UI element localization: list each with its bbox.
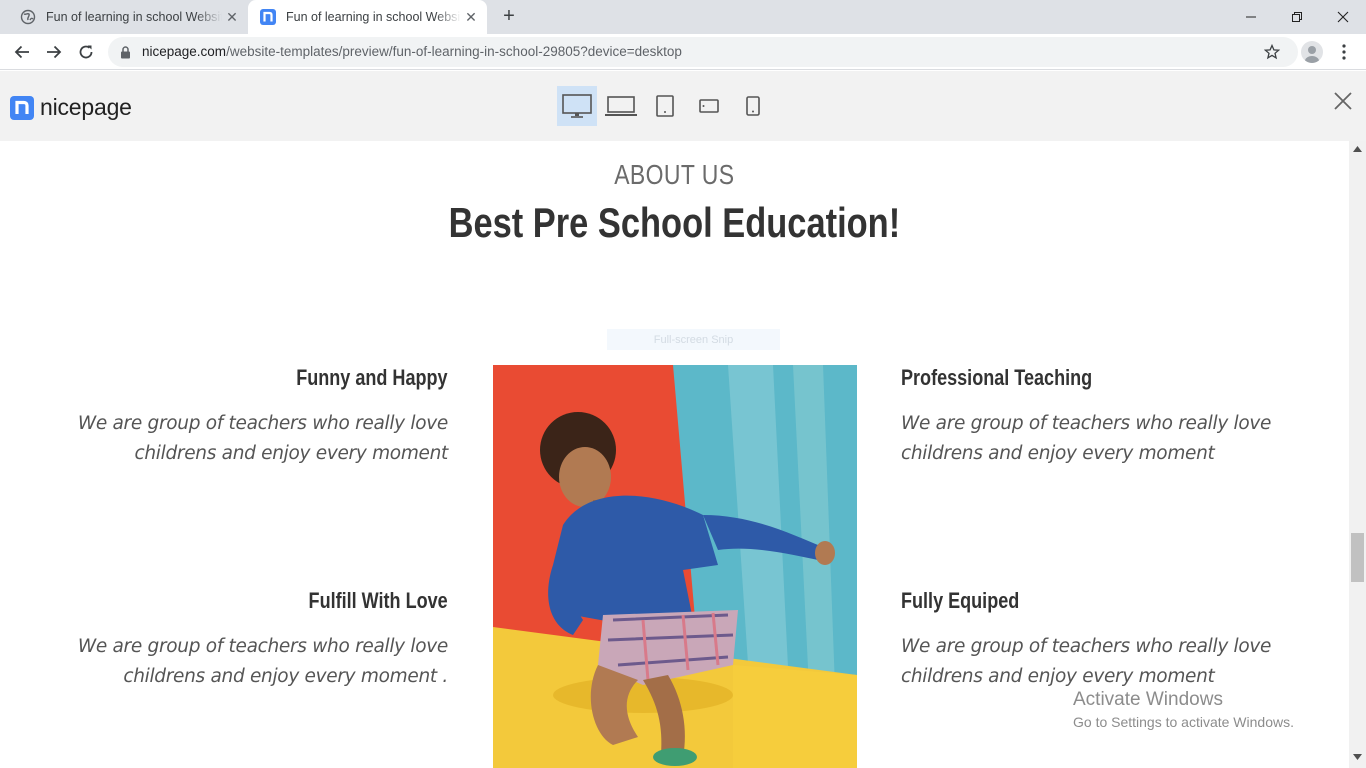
feature-title: Funny and Happy	[296, 365, 448, 390]
reload-icon[interactable]	[75, 42, 97, 62]
desktop-icon	[562, 94, 592, 118]
snip-overlay-label: Full-screen Snip	[607, 329, 780, 350]
device-phone-button[interactable]	[740, 86, 766, 126]
feature-description: We are group of teachers who really love…	[28, 409, 448, 469]
address-bar[interactable]: nicepage.com/website-templates/preview/f…	[108, 37, 1298, 67]
tab-close-icon[interactable]: ✕	[222, 9, 242, 26]
globe-icon	[20, 9, 36, 25]
tab-title: Fun of learning in school Website	[46, 10, 222, 24]
page-scrollbar[interactable]	[1349, 141, 1366, 768]
section-subtitle: ABOUT US	[614, 159, 735, 190]
feature-desc-line: We are group of teachers who really love	[77, 636, 448, 657]
nicepage-logo-text[interactable]: nicepage	[40, 94, 132, 121]
bookmark-star-icon[interactable]	[1264, 44, 1280, 60]
nicepage-logo-icon[interactable]	[10, 96, 34, 120]
feature-desc-line: We are group of teachers who really love	[77, 413, 448, 434]
windows-activation-watermark: Activate Windows Go to Settings to activ…	[1073, 689, 1294, 730]
menu-dots-icon[interactable]	[1336, 43, 1352, 61]
watermark-subtitle: Go to Settings to activate Windows.	[1073, 714, 1294, 730]
feature-description: We are group of teachers who really love…	[901, 409, 1321, 469]
url-path: /website-templates/preview/fun-of-learni…	[226, 44, 682, 59]
tab-title: Fun of learning in school Website	[286, 10, 461, 24]
scrollbar-thumb[interactable]	[1351, 533, 1364, 582]
tablet-icon	[656, 95, 674, 117]
new-tab-icon[interactable]: +	[499, 6, 519, 27]
forward-icon[interactable]	[43, 42, 65, 62]
browser-tab[interactable]: Fun of learning in school Website ✕	[8, 0, 248, 34]
device-tablet-landscape-button[interactable]	[694, 86, 724, 126]
feature-desc-line: We are group of teachers who really love	[901, 413, 1272, 434]
close-preview-icon[interactable]	[1332, 90, 1354, 112]
feature-description: We are group of teachers who really love…	[28, 632, 448, 692]
browser-tab-active[interactable]: Fun of learning in school Website ✕	[248, 0, 487, 34]
device-laptop-button[interactable]	[603, 86, 639, 126]
profile-avatar-icon[interactable]	[1301, 41, 1323, 63]
section-title: Best Pre School Education!	[448, 199, 901, 246]
feature-title: Fully Equiped	[901, 588, 1020, 613]
feature-desc-line: childrens and enjoy every moment	[901, 443, 1215, 464]
tablet-landscape-icon	[699, 99, 719, 113]
restore-icon[interactable]	[1274, 0, 1320, 34]
device-desktop-button[interactable]	[557, 86, 597, 126]
preview-toolbar: nicepage	[0, 71, 1366, 141]
nicepage-favicon	[260, 9, 276, 25]
watermark-title: Activate Windows	[1073, 689, 1223, 710]
feature-desc-line: childrens and enjoy every moment .	[123, 666, 448, 687]
feature-desc-line: childrens and enjoy every moment	[134, 443, 449, 464]
back-icon[interactable]	[11, 42, 33, 62]
preview-page: ABOUT US Best Pre School Education! Full…	[0, 141, 1349, 768]
minimize-icon[interactable]	[1228, 0, 1274, 34]
tab-strip: Fun of learning in school Website ✕ Fun …	[0, 0, 1366, 34]
url-host: nicepage.com	[142, 44, 227, 59]
feature-desc-line: We are group of teachers who really love	[901, 636, 1272, 657]
laptop-icon	[605, 96, 637, 116]
device-tablet-button[interactable]	[651, 86, 679, 126]
feature-desc-line: childrens and enjoy every moment	[901, 666, 1215, 687]
browser-toolbar: nicepage.com/website-templates/preview/f…	[0, 34, 1366, 70]
feature-title: Fulfill With Love	[308, 588, 448, 613]
url-text: nicepage.com/website-templates/preview/f…	[142, 44, 682, 59]
close-window-icon[interactable]	[1320, 0, 1366, 34]
child-photo	[493, 365, 857, 768]
scroll-down-icon[interactable]	[1353, 754, 1362, 760]
scroll-up-icon[interactable]	[1353, 146, 1362, 152]
feature-description: We are group of teachers who really love…	[901, 632, 1321, 692]
feature-title: Professional Teaching	[901, 365, 1093, 390]
lock-icon	[121, 46, 130, 59]
tab-close-icon[interactable]: ✕	[461, 9, 481, 26]
phone-icon	[746, 96, 760, 116]
